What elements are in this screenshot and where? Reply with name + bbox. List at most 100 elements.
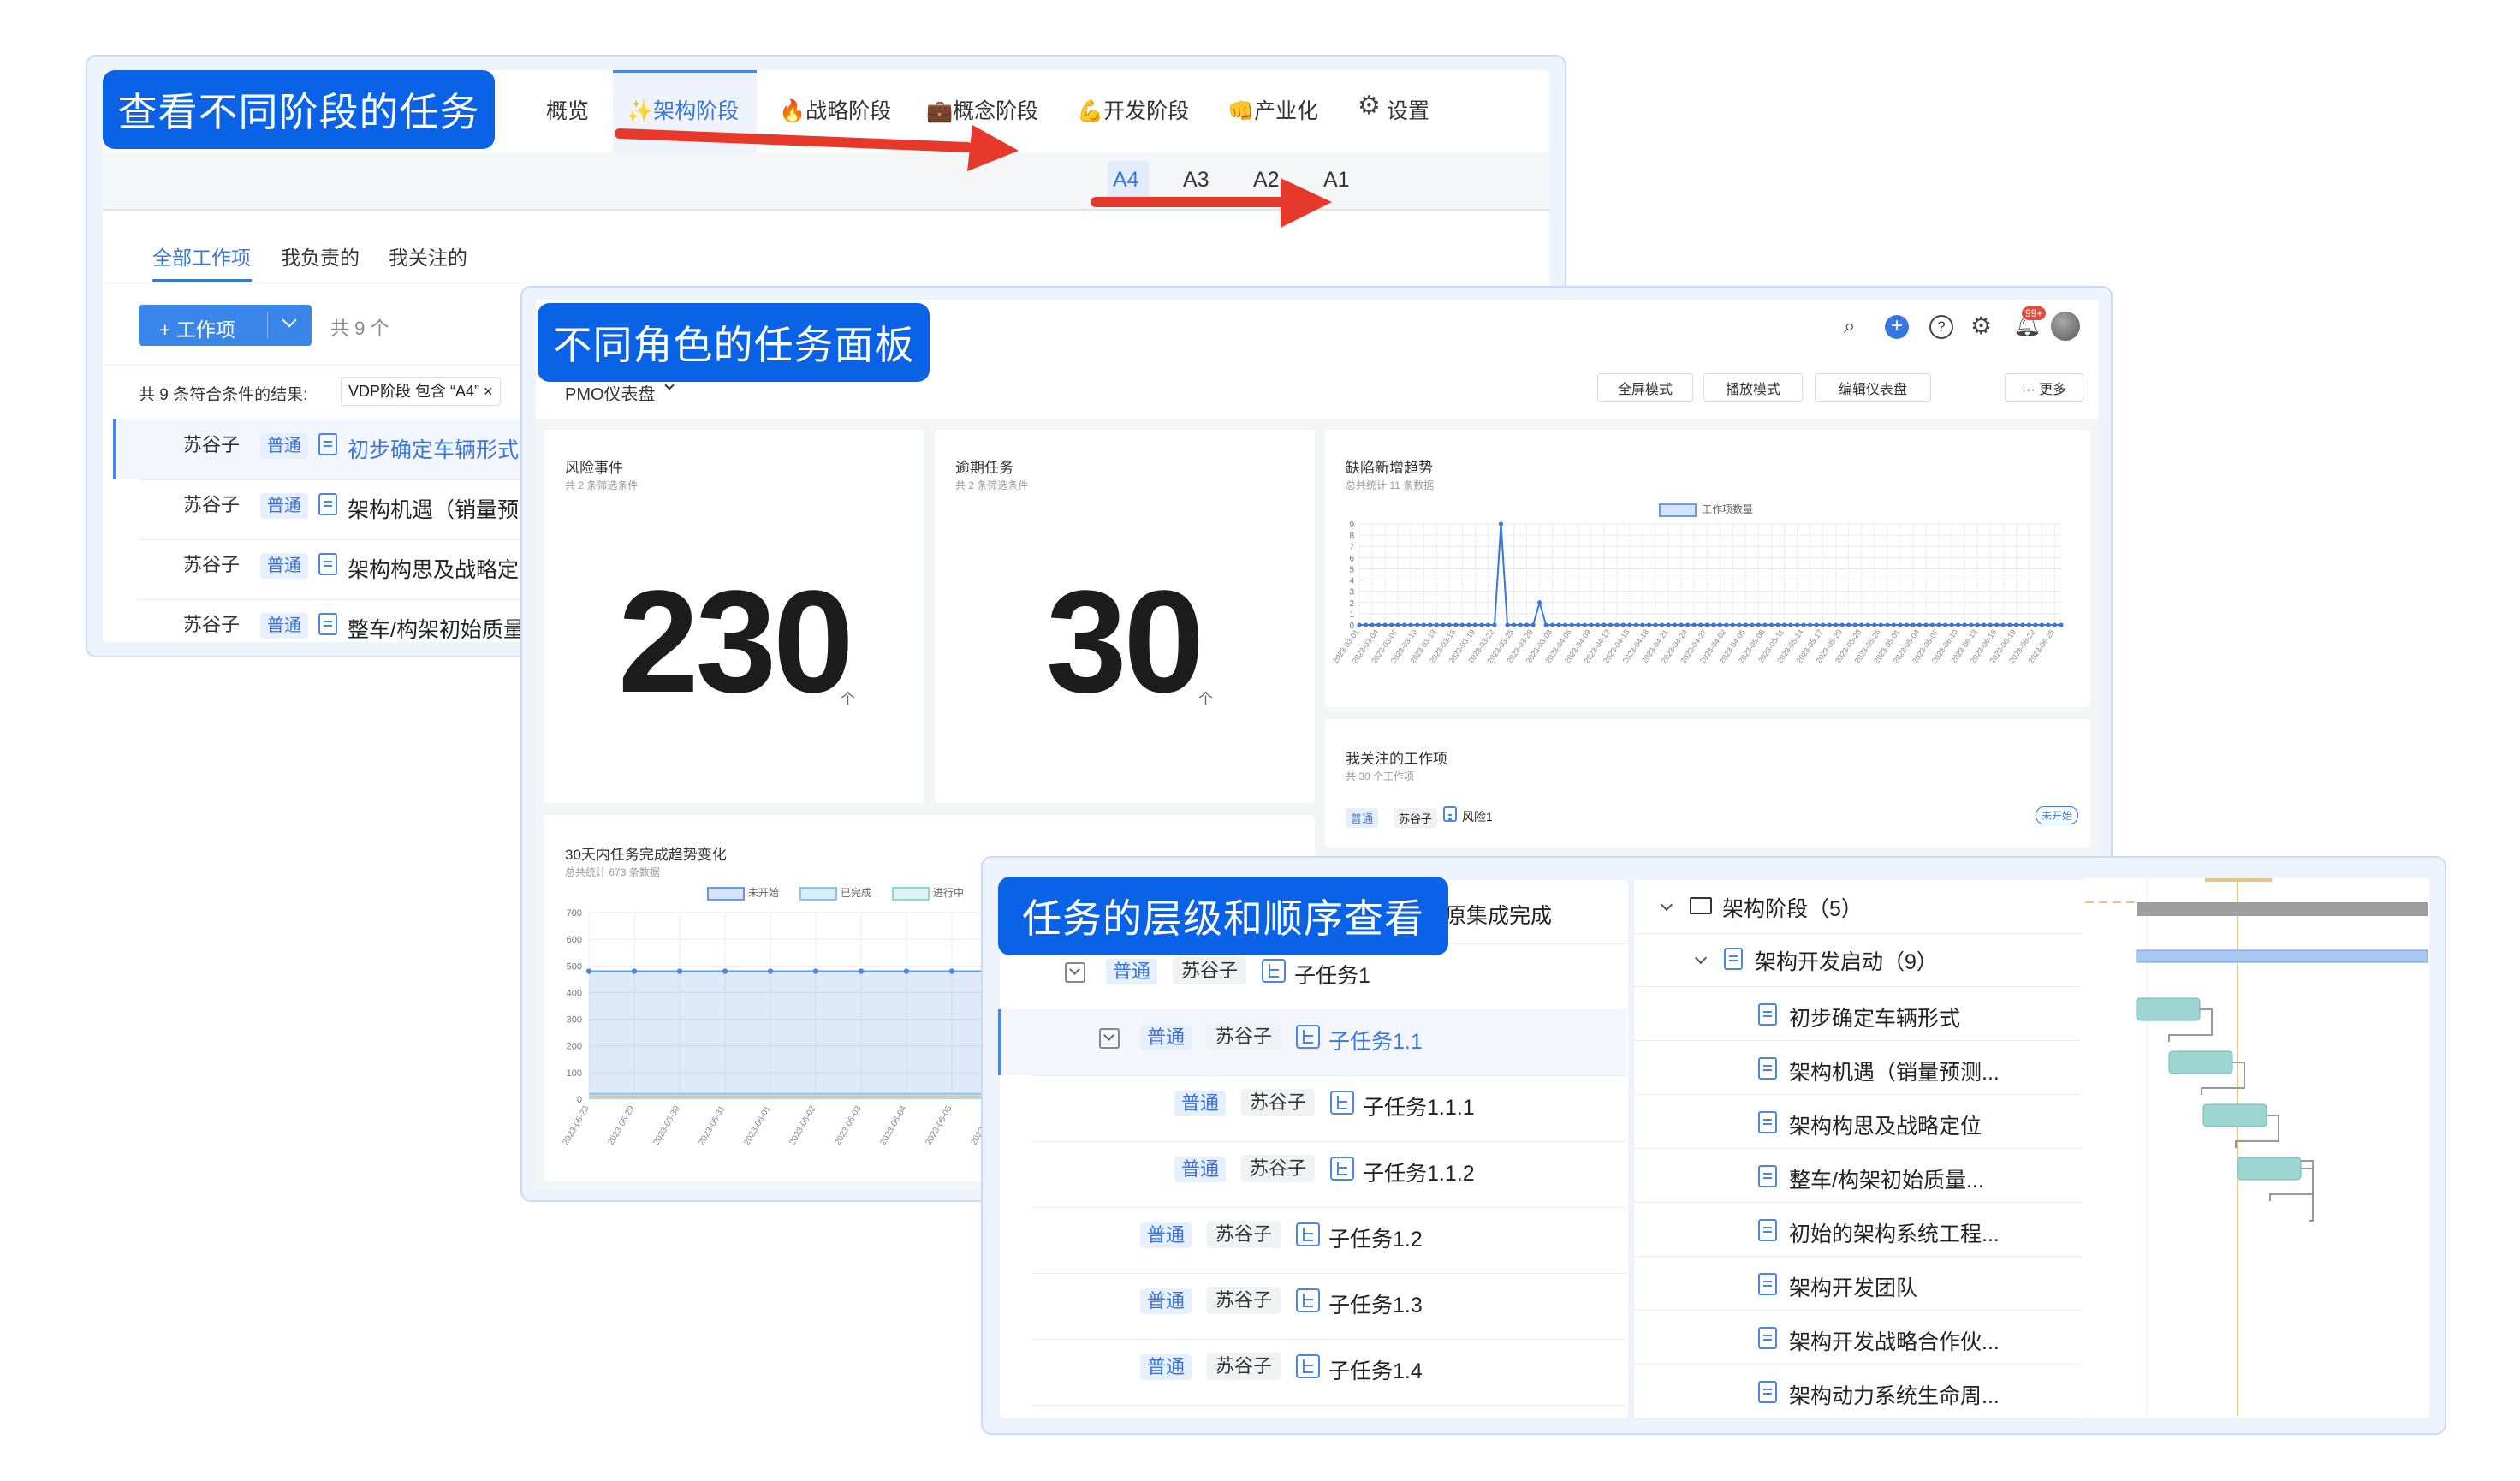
defect-point [1942,622,1948,627]
subtask-icon [1262,959,1286,983]
task-title[interactable]: 子任务1.1 [1328,1025,1423,1056]
filter-tag[interactable]: VDP阶段 包含 “A4” × [341,377,501,406]
defect-point [1717,622,1722,627]
task-title[interactable]: 初步确定车辆形式 [348,433,519,464]
defect-point [1447,622,1452,627]
task-type-tag: 普通 [1174,1157,1227,1182]
expand-toggle-icon[interactable] [1065,962,1085,983]
defect-point [1865,622,1870,627]
defect-point [1994,622,2000,627]
expand-toggle-icon[interactable] [1099,1028,1120,1049]
defect-point [1357,622,1362,627]
settings-icon[interactable]: ⚙ [1970,312,1992,340]
defect-point [1685,622,1691,627]
defect-point [1949,622,1954,627]
defect-y-tick: 6 [1349,554,1354,563]
tree-item-label[interactable]: 架构机遇（销量预测... [1789,1056,2000,1086]
defect-point [1589,622,1594,627]
task-type-tag: 普通 [260,433,308,459]
dashboard-title[interactable]: PMO仪表盘 [565,380,656,405]
task-type-tag: 普通 [1140,1288,1192,1314]
task-title[interactable]: 子任务1.4 [1328,1354,1423,1385]
defect-trend-card[interactable]: 缺陷新增趋势 总共统计 11 条数据 工作项数量 0 1 2 3 4 5 6 7 8 9 2023-… [1325,430,2090,707]
defect-point [1376,622,1382,627]
tree-group-label[interactable]: 架构开发启动（9） [1755,945,1938,976]
tree-item-label[interactable]: 架构开发团队 [1789,1271,1917,1302]
followed-items-card[interactable]: 我关注的工作项 共 30 个工作项 普通 苏谷子 风险1 未开始 [1325,719,2090,848]
follow-item-title[interactable]: 风险1 [1462,808,1493,825]
task-title[interactable]: 子任务1.1.2 [1363,1157,1475,1187]
task-title[interactable]: 子任务1 [1294,959,1370,990]
tree-item-label[interactable]: 初步确定车辆形式 [1789,1002,1960,1032]
defect-point [1646,622,1652,627]
tree-item-label[interactable]: 架构开发战略合作伙... [1789,1325,2000,1356]
task-type-tag: 普通 [1140,1354,1192,1380]
gantt-stage-bar [2137,902,2428,916]
tree-item-label[interactable]: 整车/构架初始质量... [1789,1163,1984,1194]
tree-item-label[interactable]: 初始的架构系统工程... [1789,1217,2000,1248]
defect-point [1781,622,1787,627]
tree-item-label[interactable]: 架构动力系统生命周... [1789,1379,2000,1410]
risk-title: 风险事件 [565,460,623,476]
task-type-tag: 普通 [260,553,308,579]
avatar[interactable] [2051,312,2080,341]
overdue-subtitle: 共 2 条筛选条件 [955,479,1029,491]
fullscreen-label: 全屏模式 [1617,383,1673,397]
defect-point [1788,622,1793,627]
defect-y-tick: 1 [1349,610,1354,620]
add-icon[interactable]: + [1885,315,1909,339]
total-count: 共 9 个 [330,318,389,339]
document-icon [1758,1219,1777,1241]
task-title[interactable]: 子任务1.3 [1328,1288,1423,1319]
overdue-card[interactable]: 逾期任务 共 2 条筛选条件 30 个 [935,430,1315,803]
task-title[interactable]: 架构机遇（销量预测 [348,493,540,524]
new-work-item-label: + 工作项 [159,318,235,341]
defect-y-tick: 7 [1349,543,1354,552]
task-type-tag: 普通 [1140,1222,1192,1248]
defect-point [1459,622,1465,627]
help-icon[interactable]: ? [1929,315,1953,339]
defect-point [2007,622,2012,627]
task-title[interactable]: 子任务1.2 [1328,1222,1423,1253]
play-mode-button[interactable]: 播放模式 [1703,373,1803,402]
task-type-tag: 普通 [1140,1025,1192,1050]
task-title[interactable]: 整车/构架初始质量目 [348,613,546,644]
tree-root-label[interactable]: 架构阶段（5） [1722,892,1863,923]
subtask-icon [1296,1222,1320,1246]
task-user: 苏谷子 [1207,1221,1281,1248]
task-title[interactable]: 架构构思及战略定位 [348,553,540,584]
trend-y-tick: 700 [567,908,582,919]
defect-point [1441,622,1446,627]
defect-point [1428,622,1433,627]
gantt-group-bar [2136,949,2428,963]
defect-point [1556,622,1561,627]
callout-hierarchy: 任务的层级和顺序查看 [998,877,1448,955]
edit-dashboard-button[interactable]: 编辑仪表盘 [1815,373,1931,402]
more-button[interactable]: ··· 更多 [2005,373,2083,402]
risk-card[interactable]: 风险事件 共 2 条筛选条件 230 个 [544,430,924,803]
defect-point [2020,622,2025,627]
defect-point [1904,622,1910,627]
defect-point [1434,622,1439,627]
chevron-down-icon[interactable] [282,312,297,328]
task-user: 苏谷子 [183,494,241,515]
task-title[interactable]: 子任务1.1.1 [1363,1091,1475,1121]
new-work-item-button[interactable]: + 工作项 [139,305,312,346]
defect-point [1698,622,1703,627]
fullscreen-button[interactable]: 全屏模式 [1597,373,1693,402]
defect-point [1808,622,1813,627]
defect-point [1704,622,1709,627]
trend-point [948,968,955,974]
defect-y-tick: 2 [1349,599,1354,609]
defect-point [1492,622,1497,627]
defect-y-tick: 3 [1349,588,1354,598]
defect-point [1543,622,1548,627]
defect-point [1569,622,1574,627]
defect-point [1389,622,1394,627]
search-icon[interactable]: ⌕ [1844,315,1855,339]
notification-badge: 99+ [2022,306,2047,320]
defect-title: 缺陷新增趋势 [1346,460,1433,476]
defect-point [1633,622,1639,627]
tree-item-label[interactable]: 架构构思及战略定位 [1789,1109,1982,1140]
gantt-task-bar [2202,1103,2267,1127]
